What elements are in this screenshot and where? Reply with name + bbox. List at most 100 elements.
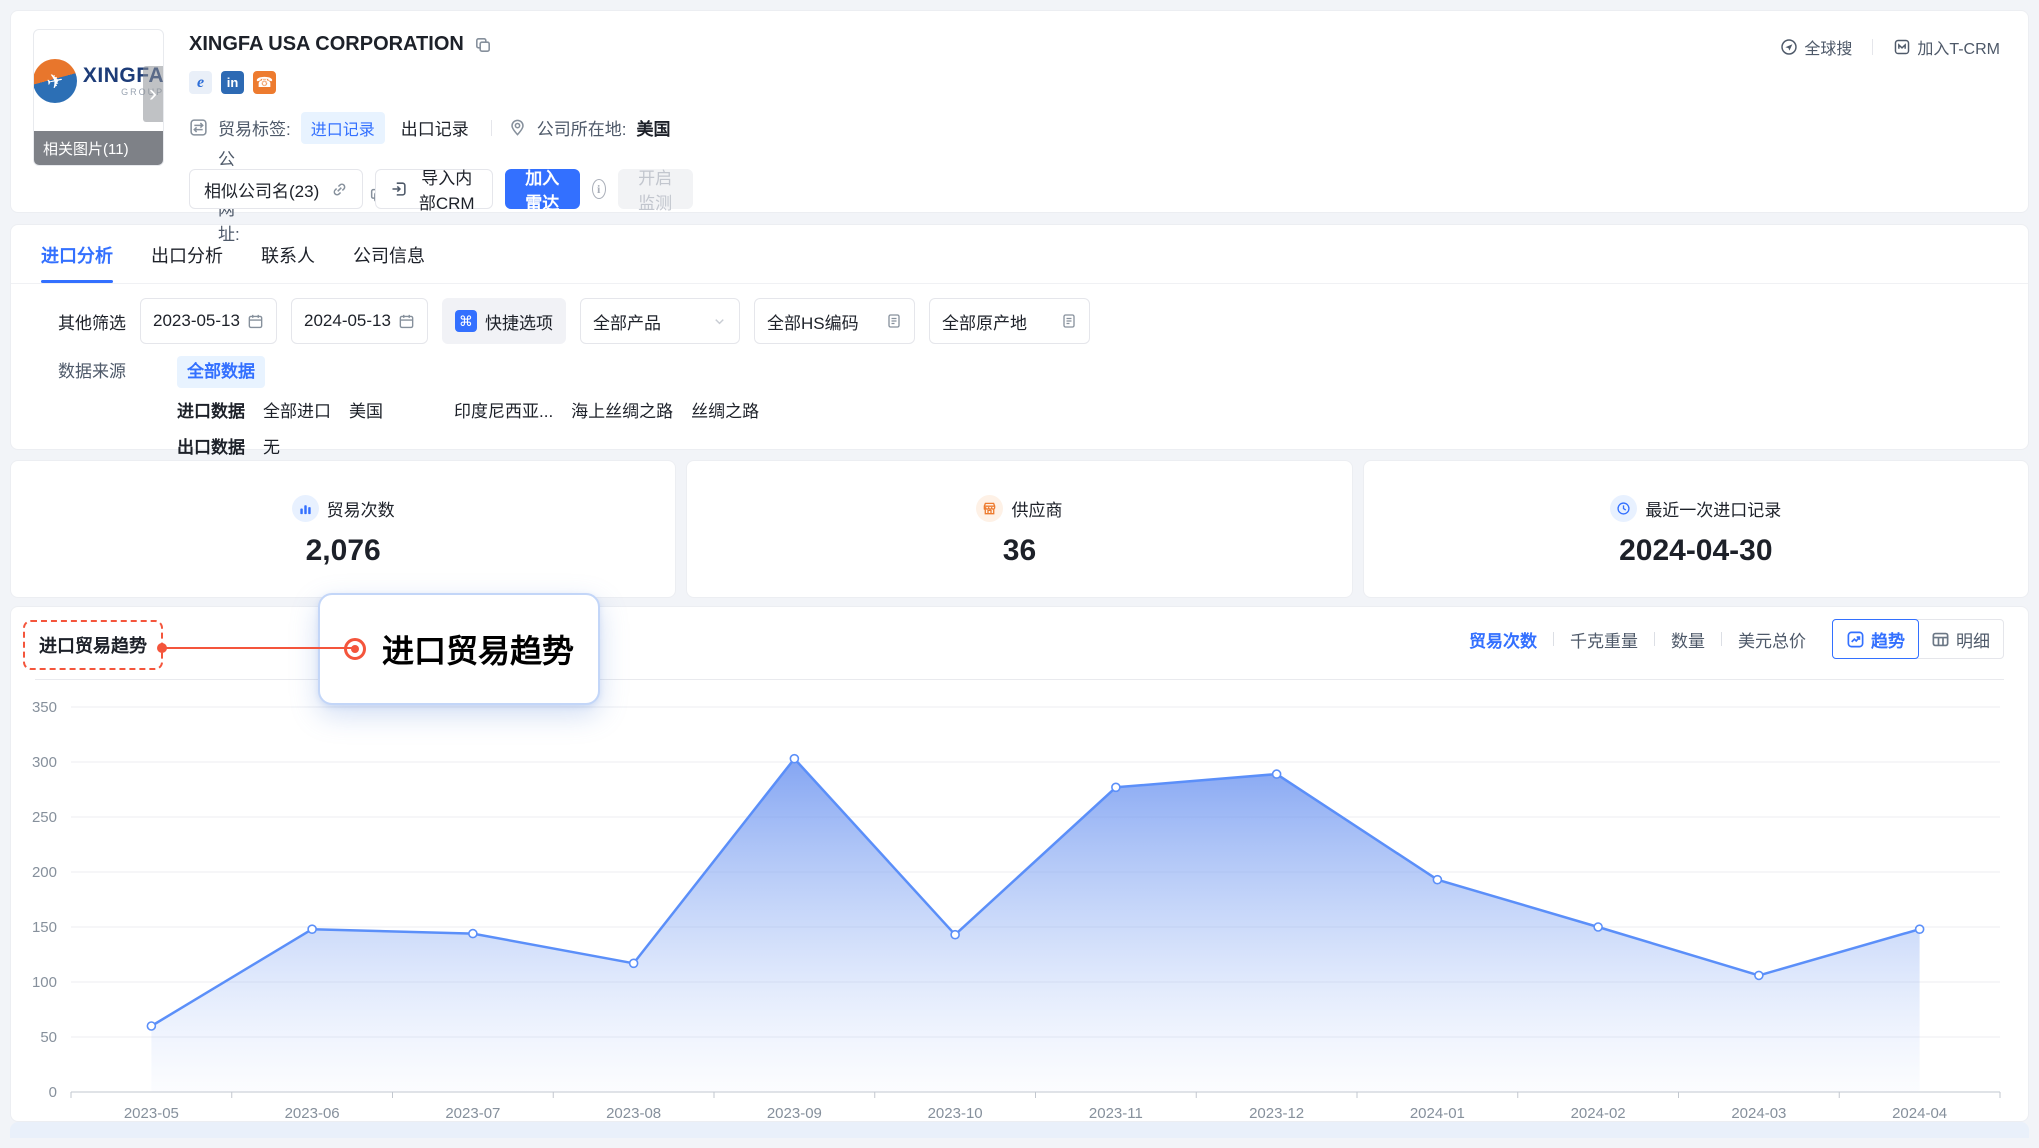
import-source-item: 海上丝绸之路 — [571, 400, 673, 424]
svg-text:200: 200 — [32, 864, 57, 881]
join-tcrm-link[interactable]: 加入T-CRM — [1893, 35, 2000, 59]
stat-card-trade-count: 贸易次数 2,076 — [10, 460, 676, 598]
annotation-line — [164, 647, 355, 649]
svg-text:2024-02: 2024-02 — [1571, 1105, 1626, 1122]
import-source-item: 印度尼西亚... — [454, 400, 553, 424]
stat-card-suppliers: 供应商 36 — [686, 460, 1352, 598]
svg-text:2024-04: 2024-04 — [1892, 1105, 1947, 1122]
metric-quantity[interactable]: 数量 — [1671, 627, 1705, 652]
annotation-callout: 进口贸易趋势 — [318, 593, 600, 705]
svg-text:50: 50 — [40, 1029, 57, 1046]
trend-chart[interactable]: 0501001502002503003502023-052023-062023-… — [11, 687, 2030, 1123]
section-title-highlight: 进口贸易趋势 — [23, 620, 163, 670]
annotation-title: 进口贸易趋势 — [382, 626, 574, 672]
website-icon[interactable]: e — [189, 71, 212, 94]
product-select[interactable]: 全部产品 — [580, 298, 740, 344]
hs-code-input[interactable]: 全部HS编码 — [754, 298, 915, 344]
info-icon[interactable]: i — [592, 179, 606, 199]
location-value: 美国 — [636, 115, 670, 140]
stat-label: 最近一次进口记录 — [1645, 496, 1781, 521]
metric-kg-weight[interactable]: 千克重量 — [1570, 627, 1638, 652]
phone-icon[interactable]: ☎ — [253, 71, 276, 94]
svg-text:300: 300 — [32, 754, 57, 771]
import-trend-card: 进口贸易趋势 进口贸易趋势 贸易次数 千克重量 数量 美元总价 趋势 — [10, 606, 2029, 1122]
svg-text:0: 0 — [49, 1084, 57, 1101]
stat-value: 36 — [1003, 534, 1036, 568]
data-source-label: 数据来源 — [58, 360, 177, 384]
company-logo[interactable]: ✈ XINGFA GROUP › 相关图片(11) — [33, 29, 164, 166]
import-source-item: 美国 — [349, 400, 383, 424]
date-start-input[interactable]: 2023-05-13 — [140, 298, 277, 344]
global-search-link[interactable]: 全球搜 — [1780, 35, 1852, 59]
global-search-icon — [1780, 38, 1798, 56]
tag-import-records[interactable]: 进口记录 — [301, 112, 385, 144]
stat-value: 2024-04-30 — [1619, 534, 1772, 568]
metric-trade-count[interactable]: 贸易次数 — [1469, 627, 1537, 652]
stat-label: 贸易次数 — [327, 496, 395, 521]
linkedin-icon[interactable]: in — [221, 71, 244, 94]
import-icon — [390, 180, 408, 198]
svg-text:100: 100 — [32, 974, 57, 991]
export-data-label: 出口数据 — [177, 436, 263, 460]
bar-chart-icon — [292, 495, 319, 522]
date-end-input[interactable]: 2024-05-13 — [291, 298, 428, 344]
section-title: 进口贸易趋势 — [39, 636, 147, 656]
svg-text:250: 250 — [32, 809, 57, 826]
add-to-radar-button[interactable]: 加入雷达 — [505, 169, 580, 209]
tab-import-analysis[interactable]: 进口分析 — [41, 242, 113, 283]
svg-text:2023-07: 2023-07 — [445, 1105, 500, 1122]
copy-icon[interactable] — [474, 36, 492, 54]
export-data-value: 无 — [263, 436, 280, 460]
svg-text:2024-03: 2024-03 — [1731, 1105, 1786, 1122]
svg-text:2023-11: 2023-11 — [1089, 1105, 1143, 1122]
trade-tags-icon — [189, 118, 208, 137]
view-trend-button[interactable]: 趋势 — [1832, 619, 1919, 659]
trend-icon — [1846, 630, 1865, 649]
table-icon — [1931, 630, 1950, 649]
tab-export-analysis[interactable]: 出口分析 — [151, 242, 223, 283]
view-detail-button[interactable]: 明细 — [1918, 620, 2003, 658]
summary-stats: 贸易次数 2,076 供应商 36 最近一次进口记录 2024 — [10, 460, 2029, 598]
tcrm-icon — [1893, 38, 1911, 56]
next-image-button[interactable]: › — [143, 66, 163, 122]
svg-text:2023-10: 2023-10 — [928, 1105, 983, 1122]
import-source-item: 丝绸之路 — [691, 400, 759, 424]
calendar-icon — [398, 313, 415, 330]
location-label: 公司所在地: — [537, 115, 627, 140]
tab-contacts[interactable]: 联系人 — [261, 242, 315, 283]
stat-value: 2,076 — [306, 534, 381, 568]
other-filters-label: 其他筛选 — [58, 309, 126, 334]
command-icon: ⌘ — [455, 310, 477, 332]
company-name: XINGFA USA CORPORATION — [189, 33, 464, 56]
company-header-card: ✈ XINGFA GROUP › 相关图片(11) XINGFA USA COR… — [10, 10, 2029, 213]
calendar-icon — [247, 313, 264, 330]
view-toggle: 趋势 明细 — [1832, 619, 2004, 659]
tag-export-records[interactable]: 出口记录 — [395, 111, 475, 144]
tab-company-info[interactable]: 公司信息 — [353, 242, 425, 283]
link-icon — [331, 181, 348, 198]
import-source-item: 全部进口 — [263, 400, 331, 424]
metric-usd-total[interactable]: 美元总价 — [1738, 627, 1806, 652]
document-icon — [1061, 313, 1077, 329]
trend-chart-canvas: 0501001502002503003502023-052023-062023-… — [11, 687, 2030, 1123]
target-icon — [344, 638, 366, 660]
svg-text:2023-06: 2023-06 — [285, 1105, 340, 1122]
import-crm-button[interactable]: 导入内部CRM — [375, 169, 493, 209]
import-data-label: 进口数据 — [177, 400, 263, 424]
next-section-edge — [10, 1122, 2029, 1138]
stat-card-latest-import: 最近一次进口记录 2024-04-30 — [1363, 460, 2029, 598]
similar-companies-button[interactable]: 相似公司名(23) — [189, 169, 363, 209]
svg-text:2024-01: 2024-01 — [1410, 1105, 1465, 1122]
analysis-card: 进口分析 出口分析 联系人 公司信息 其他筛选 2023-05-13 2024-… — [10, 224, 2029, 450]
location-pin-icon — [508, 118, 527, 137]
related-images-label: 相关图片(11) — [34, 131, 163, 165]
svg-text:350: 350 — [32, 699, 57, 716]
start-monitoring-button[interactable]: 开启监测 — [618, 169, 693, 209]
svg-text:2023-09: 2023-09 — [767, 1105, 822, 1122]
quick-options-button[interactable]: ⌘ 快捷选项 — [442, 298, 566, 344]
origin-input[interactable]: 全部原产地 — [929, 298, 1090, 344]
store-icon — [976, 495, 1003, 522]
chevron-down-icon — [712, 314, 727, 329]
logo-globe-icon: ✈ — [33, 59, 77, 103]
all-data-tag[interactable]: 全部数据 — [177, 356, 265, 388]
